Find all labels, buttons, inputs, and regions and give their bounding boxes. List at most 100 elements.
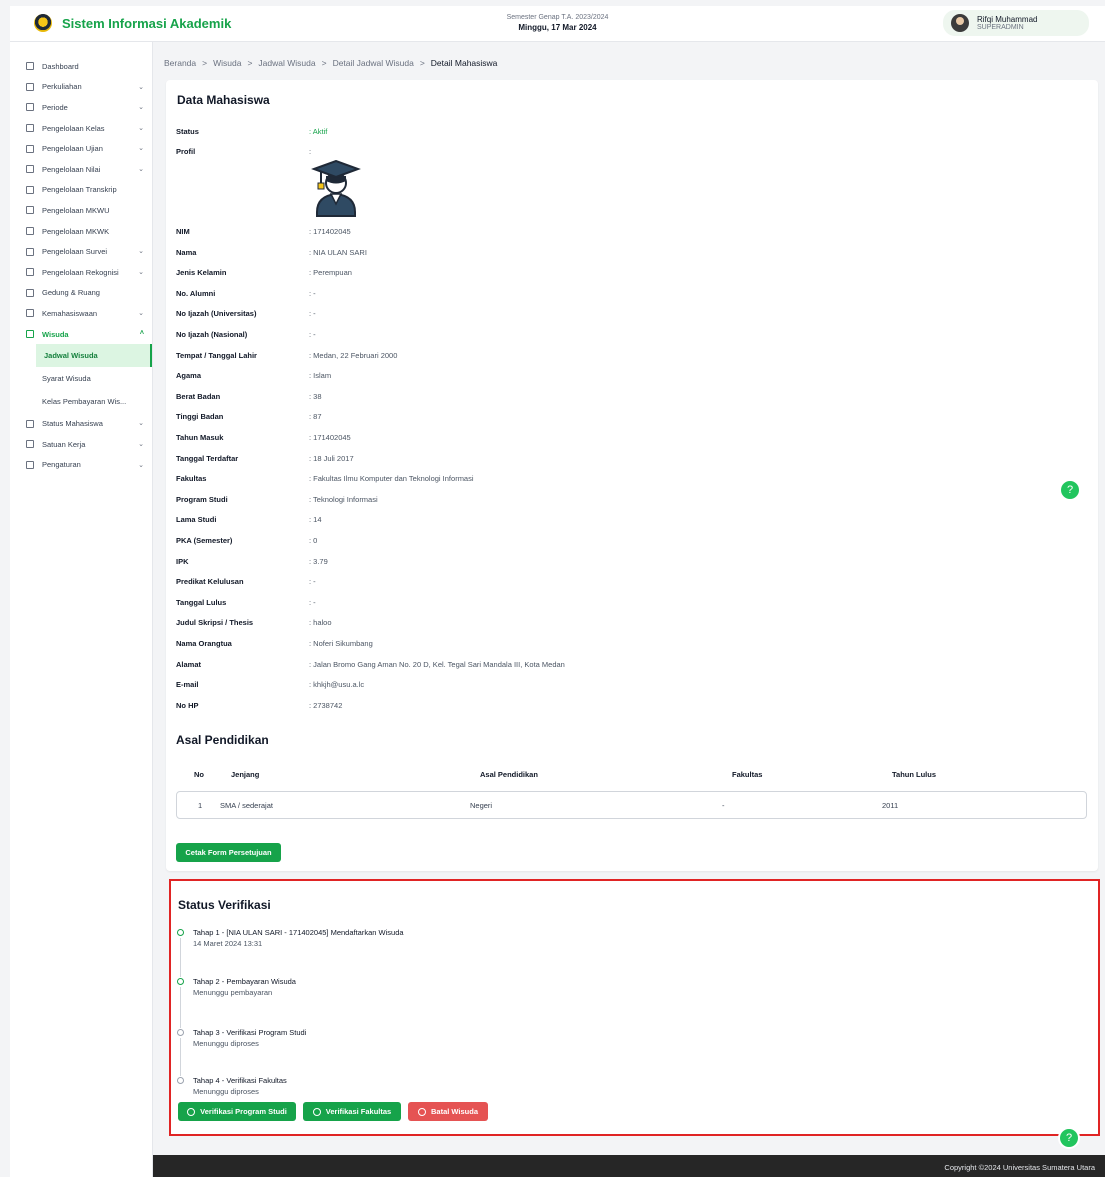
step-title: Tahap 2 - Pembayaran Wisuda [193, 977, 296, 986]
sidebar-item-label: Dashboard [42, 61, 79, 71]
sidebar-item-pengaturan[interactable]: Pengaturan ⌄ [10, 455, 152, 476]
sidebar-subitem-syarat-wisuda[interactable]: Syarat Wisuda [10, 367, 152, 390]
sidebar-item-pengelolaan-mkwk[interactable]: Pengelolaan MKWK [10, 221, 152, 242]
sidebar-item-dashboard[interactable]: Dashboard [10, 56, 152, 77]
step-status-icon [177, 1029, 184, 1036]
breadcrumb-link[interactable]: Beranda [164, 58, 196, 68]
status-label: Status [176, 127, 199, 136]
verify-prodi-button[interactable]: Verifikasi Program Studi [178, 1102, 296, 1121]
copyright-text: Copyright ©2024 Universitas Sumatera Uta… [944, 1163, 1095, 1172]
sidebar-item-label: Pengelolaan MKWU [42, 205, 110, 215]
field-value: : NIA ULAN SARI [309, 247, 367, 257]
field-label: Berat Badan [176, 391, 221, 401]
print-approval-button[interactable]: Cetak Form Persetujuan [176, 843, 281, 862]
chevron-down-icon: ⌄ [138, 165, 144, 173]
user-role: SUPERADMIN [977, 24, 1024, 31]
user-name: Rifqi Muhammad [977, 15, 1038, 24]
status-value: : Aktif [309, 127, 328, 136]
step-title: Tahap 1 - [NIA ULAN SARI - 171402045] Me… [193, 928, 404, 937]
sidebar-item-label: Pengaturan [42, 460, 81, 470]
sidebar-item-pengelolaan-transkrip[interactable]: Pengelolaan Transkrip [10, 180, 152, 201]
sidebar-item-label: Perkuliahan [42, 82, 82, 92]
cancel-circle-icon [417, 1107, 426, 1116]
sidebar-item-label: Periode [42, 102, 68, 112]
help-button[interactable]: ? [1059, 479, 1081, 501]
timeline-line [180, 1038, 181, 1076]
field-label: Tanggal Lulus [176, 597, 227, 607]
field-label: Jenis Kelamin [176, 268, 227, 278]
sidebar-item-label: Pengelolaan Rekognisi [42, 267, 119, 277]
chevron-down-icon: ⌄ [138, 268, 144, 276]
field-label: Nama Orangtua [176, 639, 232, 648]
sidebar-item-label: Pengelolaan Survei [42, 247, 108, 257]
breadcrumb-link[interactable]: Detail Jadwal Wisuda [333, 58, 414, 68]
sidebar-item-perkuliahan[interactable]: Perkuliahan ⌄ [10, 77, 152, 98]
field-value: : 2738742 [309, 700, 343, 710]
sidebar-item-label: Pengelolaan Transkrip [42, 185, 117, 195]
sidebar-item-label: Pengelolaan Ujian [42, 144, 103, 154]
col-jenjang: Jenjang [231, 770, 260, 779]
semester-label: Semester Genap T.A. 2023/2024 [506, 14, 609, 21]
sidebar-subitem-kelas-pembayaran-wis-[interactable]: Kelas Pembayaran Wis... [10, 390, 152, 413]
sidebar-item-label: Kemahasiswaan [42, 308, 98, 318]
field-label: Fakultas [176, 474, 207, 484]
gear-icon [26, 460, 34, 469]
sidebar-item-status-mahasiswa[interactable]: Status Mahasiswa ⌄ [10, 413, 152, 434]
user-menu[interactable]: Rifqi Muhammad SUPERADMIN [943, 10, 1089, 36]
top-bar: Sistem Informasi Akademik Semester Genap… [10, 6, 1105, 42]
sidebar-item-wisuda[interactable]: Wisuda ˄ [10, 324, 152, 345]
chevron-down-icon: ⌄ [138, 440, 144, 448]
calendar-icon [26, 227, 34, 236]
field-label: NIM [176, 227, 190, 236]
check-circle-icon [187, 1107, 196, 1116]
verification-panel: Status Verifikasi Tahap 1 - [NIA ULAN SA… [169, 879, 1100, 1136]
verify-fakultas-button[interactable]: Verifikasi Fakultas [303, 1102, 401, 1121]
field-value: : 3.79 [309, 556, 328, 566]
card-title: Data Mahasiswa [177, 93, 270, 107]
footer: Copyright ©2024 Universitas Sumatera Uta… [153, 1155, 1105, 1177]
id-card-icon [26, 309, 34, 318]
sidebar-subitem-jadwal-wisuda[interactable]: Jadwal Wisuda [36, 344, 152, 368]
chevron-up-icon: ˄ [139, 329, 144, 337]
sidebar-item-kemahasiswaan[interactable]: Kemahasiswaan ⌄ [10, 303, 152, 324]
field-value: : 171402045 [309, 227, 351, 236]
sidebar-item-pengelolaan-nilai[interactable]: Pengelolaan Nilai ⌄ [10, 159, 152, 180]
calendar-icon [26, 103, 34, 112]
sidebar-item-pengelolaan-rekognisi[interactable]: Pengelolaan Rekognisi ⌄ [10, 262, 152, 283]
field-label: Lama Studi [176, 515, 217, 525]
sidebar-item-label: Pengelolaan Nilai [42, 164, 101, 174]
field-label: No Ijazah (Nasional) [176, 330, 248, 339]
check-circle-icon [312, 1107, 321, 1116]
dashboard-icon [26, 62, 34, 71]
field-value: : Fakultas Ilmu Komputer dan Teknologi I… [309, 474, 474, 484]
sidebar-item-pengelolaan-mkwu[interactable]: Pengelolaan MKWU [10, 200, 152, 221]
field-label: E-mail [176, 680, 199, 690]
sidebar-item-label: Gedung & Ruang [42, 288, 100, 298]
step-detail: Menunggu diproses [193, 1039, 259, 1048]
field-value: : 0 [309, 536, 318, 545]
calendar-icon [26, 206, 34, 215]
cell-tahun: 2011 [882, 801, 899, 810]
profile-label: Profil [176, 147, 196, 156]
help-button-bottom[interactable]: ? [1058, 1127, 1080, 1149]
field-value: : 18 Juli 2017 [309, 453, 354, 463]
field-value: : Teknologi Informasi [309, 494, 378, 504]
sidebar-item-gedung-ruang[interactable]: Gedung & Ruang [10, 283, 152, 304]
field-value: : Medan, 22 Februari 2000 [309, 350, 398, 360]
breadcrumb-link[interactable]: Jadwal Wisuda [258, 58, 315, 68]
sidebar-item-pengelolaan-ujian[interactable]: Pengelolaan Ujian ⌄ [10, 138, 152, 159]
sidebar-item-pengelolaan-kelas[interactable]: Pengelolaan Kelas ⌄ [10, 118, 152, 139]
breadcrumb-link[interactable]: Wisuda [213, 58, 241, 68]
field-label: Alamat [176, 659, 202, 669]
sidebar-item-satuan-kerja[interactable]: Satuan Kerja ⌄ [10, 434, 152, 455]
sidebar-item-pengelolaan-survei[interactable]: Pengelolaan Survei ⌄ [10, 241, 152, 262]
current-date: Minggu, 17 Mar 2024 [518, 23, 597, 32]
cancel-graduation-button[interactable]: Batal Wisuda [408, 1102, 488, 1121]
field-value: : haloo [309, 618, 332, 628]
field-label: Tempat / Tanggal Lahir [176, 350, 257, 360]
field-value: : 87 [309, 412, 322, 422]
sidebar-item-periode[interactable]: Periode ⌄ [10, 97, 152, 118]
field-label: Agama [176, 371, 202, 381]
verification-title: Status Verifikasi [178, 898, 271, 912]
field-value: : 38 [309, 391, 322, 401]
